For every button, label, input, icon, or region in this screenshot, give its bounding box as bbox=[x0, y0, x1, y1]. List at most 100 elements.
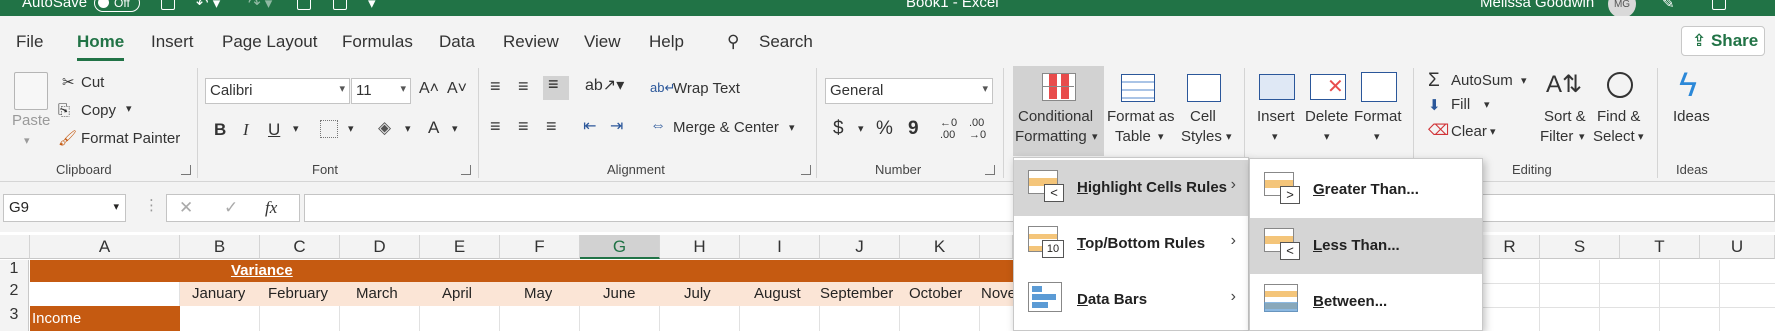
name-box[interactable]: G9 ▾ bbox=[3, 194, 126, 222]
alignment-launcher-icon[interactable] bbox=[801, 165, 811, 175]
month-cell[interactable]: July bbox=[684, 285, 711, 302]
font-name-combo[interactable]: Calibri ▾ bbox=[205, 78, 350, 104]
open-icon[interactable] bbox=[297, 0, 311, 10]
tab-help[interactable]: Help bbox=[649, 32, 684, 52]
name-box-dropdown-icon[interactable]: ▾ bbox=[113, 200, 119, 213]
align-middle-icon[interactable]: ≡ bbox=[518, 76, 529, 97]
submenu-item-between[interactable]: Between... bbox=[1250, 274, 1482, 330]
column-header[interactable]: F bbox=[500, 235, 580, 259]
enter-icon[interactable]: ✓ bbox=[224, 198, 238, 218]
column-header[interactable]: I bbox=[740, 235, 820, 259]
month-cell[interactable]: October bbox=[909, 285, 962, 302]
number-launcher-icon[interactable] bbox=[985, 165, 995, 175]
fill-button[interactable]: Fill bbox=[1451, 96, 1470, 113]
sort-filter-button[interactable]: A⇅ Sort & Filter ▾ bbox=[1536, 66, 1590, 156]
insert-function-icon[interactable]: fx bbox=[265, 198, 277, 218]
tab-page-layout[interactable]: Page Layout bbox=[222, 32, 317, 52]
select-all-corner[interactable] bbox=[0, 235, 30, 259]
increase-decimal-icon[interactable]: ←0.00 bbox=[940, 117, 957, 141]
merge-center-button[interactable]: Merge & Center bbox=[673, 119, 779, 136]
clipboard-launcher-icon[interactable] bbox=[181, 165, 191, 175]
column-header[interactable]: C bbox=[260, 235, 340, 259]
month-cell[interactable]: September bbox=[820, 285, 893, 302]
align-right-icon[interactable]: ≡ bbox=[546, 116, 557, 137]
delete-cells-button[interactable]: ✕ Delete ▾ bbox=[1303, 66, 1353, 156]
column-header[interactable]: E bbox=[420, 235, 500, 259]
variance-row[interactable] bbox=[30, 260, 1013, 282]
month-cell[interactable]: February bbox=[268, 285, 328, 302]
underline-button[interactable]: U bbox=[268, 120, 280, 140]
menu-item-top-bottom-rules[interactable]: 10 Top/Bottom Rules › bbox=[1014, 216, 1248, 272]
submenu-item-less-than[interactable]: < Less Than... bbox=[1250, 218, 1482, 274]
font-size-combo[interactable]: 11 ▾ bbox=[351, 78, 411, 104]
user-name[interactable]: Melissa Goodwin bbox=[1480, 0, 1594, 11]
month-cell[interactable]: June bbox=[603, 285, 636, 302]
font-color-dropdown-icon[interactable]: ▾ bbox=[452, 122, 458, 135]
decrease-font-icon[interactable]: A˅ bbox=[447, 80, 467, 98]
submenu-item-greater-than[interactable]: > Greater Than... bbox=[1250, 162, 1482, 218]
row-header[interactable]: 3 bbox=[0, 306, 29, 331]
format-as-table-button[interactable]: Format as Table ▾ bbox=[1106, 66, 1176, 156]
comma-style-button[interactable]: 9 bbox=[908, 118, 919, 140]
month-cell[interactable]: August bbox=[754, 285, 801, 302]
tab-data[interactable]: Data bbox=[439, 32, 475, 52]
copy-button[interactable]: Copy bbox=[81, 102, 116, 119]
clear-dropdown-icon[interactable]: ▾ bbox=[1490, 125, 1496, 138]
tab-view[interactable]: View bbox=[584, 32, 621, 52]
format-cells-button[interactable]: Format ▾ bbox=[1353, 66, 1405, 156]
orientation-icon[interactable]: ab↗▾ bbox=[585, 75, 624, 95]
italic-button[interactable]: I bbox=[243, 120, 249, 140]
conditional-formatting-button[interactable]: Conditional Formatting ▾ bbox=[1013, 66, 1104, 156]
menu-item-highlight-cells-rules[interactable]: < Highlight Cells Rules › bbox=[1014, 160, 1248, 216]
paste-button[interactable]: Paste bbox=[12, 112, 50, 129]
save-icon[interactable] bbox=[161, 0, 175, 10]
pen-icon[interactable]: ✎ bbox=[1662, 0, 1675, 12]
fill-color-dropdown-icon[interactable]: ▾ bbox=[405, 122, 411, 135]
find-select-button[interactable]: Find & Select ▾ bbox=[1591, 66, 1649, 156]
decrease-decimal-icon[interactable]: .00 →0 bbox=[969, 117, 986, 141]
month-cell[interactable]: January bbox=[192, 285, 245, 302]
decrease-indent-icon[interactable]: ⇤ bbox=[583, 116, 596, 136]
column-header[interactable]: J bbox=[820, 235, 900, 259]
merge-dropdown-icon[interactable]: ▾ bbox=[789, 121, 795, 134]
column-header[interactable]: R bbox=[1480, 235, 1540, 259]
copy-dropdown-icon[interactable]: ▾ bbox=[126, 102, 132, 115]
month-cell[interactable]: April bbox=[442, 285, 472, 302]
variance-title[interactable]: Variance bbox=[231, 262, 293, 279]
tab-insert[interactable]: Insert bbox=[151, 32, 194, 52]
insert-cells-button[interactable]: Insert ▾ bbox=[1253, 66, 1303, 156]
font-launcher-icon[interactable] bbox=[461, 165, 471, 175]
column-header[interactable]: H bbox=[660, 235, 740, 259]
redo-icon[interactable]: ↷ ▾ bbox=[248, 0, 272, 12]
borders-icon[interactable] bbox=[320, 120, 338, 138]
menu-item-data-bars[interactable]: Data Bars › bbox=[1014, 272, 1248, 328]
month-cell[interactable]: May bbox=[524, 285, 552, 302]
paste-icon[interactable] bbox=[14, 72, 48, 110]
number-format-combo[interactable]: General ▾ bbox=[825, 78, 993, 104]
wrap-text-button[interactable]: Wrap Text bbox=[673, 80, 740, 97]
percent-button[interactable]: % bbox=[876, 118, 893, 140]
share-window-icon[interactable] bbox=[1712, 0, 1726, 10]
borders-dropdown-icon[interactable]: ▾ bbox=[348, 122, 354, 135]
align-bottom-icon[interactable]: ≡ bbox=[543, 74, 569, 100]
column-header[interactable]: A bbox=[30, 235, 180, 259]
tab-review[interactable]: Review bbox=[503, 32, 559, 52]
column-header[interactable]: D bbox=[340, 235, 420, 259]
income-label[interactable]: Income bbox=[32, 310, 81, 327]
undo-icon[interactable]: ↶ ▾ bbox=[196, 0, 220, 12]
search-icon[interactable]: ⚲ bbox=[727, 32, 739, 52]
column-header-selected[interactable]: G bbox=[580, 235, 660, 259]
autosave-toggle[interactable]: Off bbox=[94, 0, 140, 12]
column-header[interactable]: K bbox=[900, 235, 980, 259]
column-header[interactable]: S bbox=[1540, 235, 1620, 259]
fill-color-icon[interactable]: ◈ bbox=[378, 118, 391, 138]
customize-qat-icon[interactable]: ▾ bbox=[368, 0, 376, 12]
month-cell[interactable]: March bbox=[356, 285, 398, 302]
column-header[interactable]: U bbox=[1700, 235, 1775, 259]
align-center-icon[interactable]: ≡ bbox=[518, 116, 529, 137]
month-cell[interactable]: Nove bbox=[981, 285, 1013, 302]
currency-button[interactable]: $ bbox=[833, 118, 844, 140]
format-painter-button[interactable]: Format Painter bbox=[81, 130, 180, 147]
paste-dropdown-icon[interactable]: ▾ bbox=[24, 134, 30, 147]
fill-dropdown-icon[interactable]: ▾ bbox=[1484, 98, 1490, 111]
